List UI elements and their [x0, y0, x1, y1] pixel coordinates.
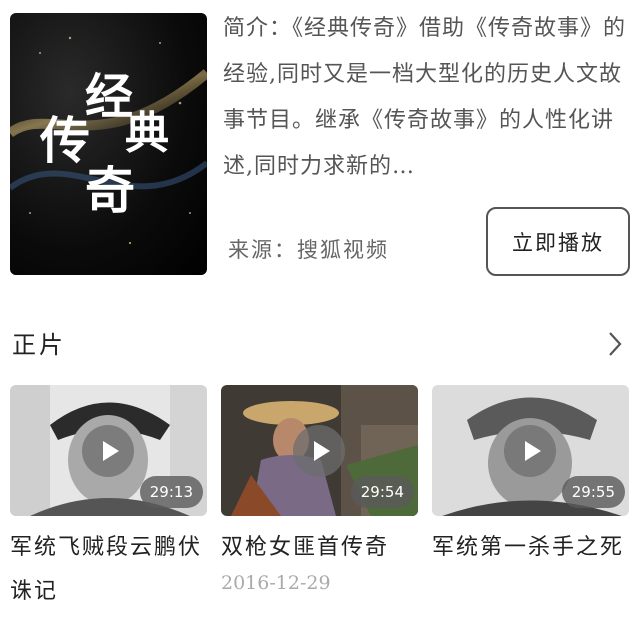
- video-duration: 29:55: [561, 476, 625, 508]
- show-description: 简介：《经典传奇》借助《传奇故事》的经验,同时又是一档大型化的历史人文故事节目。…: [223, 16, 627, 179]
- video-card-1[interactable]: 29:13 军统飞贼段云鹏伏诛记: [10, 385, 207, 614]
- play-now-button[interactable]: 立即播放: [486, 207, 630, 276]
- play-icon[interactable]: [504, 425, 556, 477]
- show-poster[interactable]: 经 典 传 奇: [10, 13, 207, 275]
- play-icon[interactable]: [293, 425, 345, 477]
- video-card-3[interactable]: 29:55 军统第一杀手之死: [432, 385, 629, 570]
- video-title[interactable]: 双枪女匪首传奇: [221, 526, 418, 570]
- video-thumbnail[interactable]: 29:55: [432, 385, 629, 516]
- poster-char-2: 典: [125, 108, 169, 159]
- poster-art: 经 典 传 奇: [10, 36, 207, 245]
- video-thumbnail[interactable]: 29:13: [10, 385, 207, 516]
- video-card-2[interactable]: 29:54 双枪女匪首传奇 2016-12-29: [221, 385, 418, 594]
- video-title[interactable]: 军统第一杀手之死: [432, 526, 629, 570]
- video-thumbnail[interactable]: 29:54: [221, 385, 418, 516]
- video-duration: 29:13: [139, 476, 203, 508]
- show-source: 来源：搜狐视频: [228, 238, 389, 262]
- poster-char-4: 奇: [85, 161, 135, 220]
- video-date: 2016-12-29: [221, 572, 331, 594]
- section-title: 正片: [12, 331, 66, 359]
- play-icon[interactable]: [82, 425, 134, 477]
- chevron-right-icon[interactable]: [607, 331, 623, 357]
- poster-char-3: 传: [39, 111, 90, 170]
- video-title[interactable]: 军统飞贼段云鹏伏诛记: [10, 526, 207, 614]
- video-duration: 29:54: [350, 476, 414, 508]
